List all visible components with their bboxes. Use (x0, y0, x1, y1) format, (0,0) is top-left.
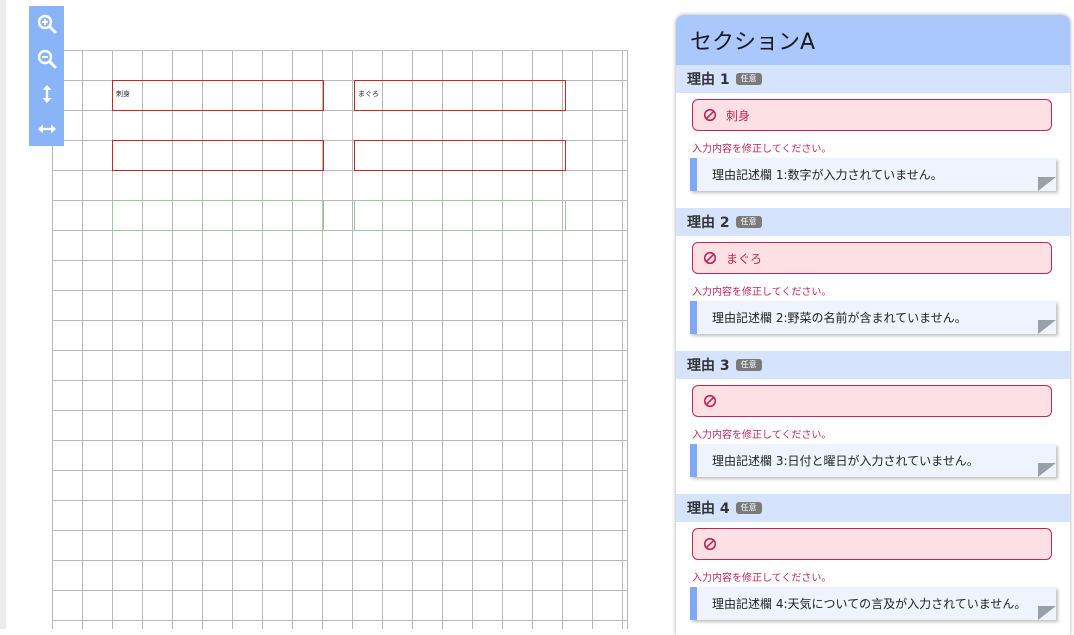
reason-3-error-message: 入力内容を修正してください。 (692, 430, 832, 441)
fit-width-button[interactable] (29, 111, 64, 146)
reason-1-body: 刺身 入力内容を修正してください。 理由記述欄 1:数字が入力されていません。 (676, 93, 1070, 208)
page-fold (1038, 606, 1056, 620)
error-prohibited-icon (703, 537, 717, 551)
canvas-field-1[interactable]: 刺身 (112, 80, 324, 111)
reason-2-title: 理由 2 (687, 215, 730, 231)
canvas-field-1-text: 刺身 (116, 90, 130, 98)
optional-badge: 任意 (735, 502, 762, 514)
error-prohibited-icon (703, 251, 717, 265)
reason-1-title: 理由 1 (687, 72, 730, 88)
reason-1-note-text: 理由記述欄 1:数字が入力されていません。 (712, 168, 943, 182)
reason-3-body: 入力内容を修正してください。 理由記述欄 3:日付と曜日が入力されていません。 (676, 379, 1070, 494)
reason-1-value: 刺身 (726, 108, 751, 123)
reason-2-body: まぐろ 入力内容を修正してください。 理由記述欄 2:野菜の名前が含まれていませ… (676, 236, 1070, 351)
page-fold (1038, 320, 1056, 334)
canvas-field-3[interactable] (112, 140, 324, 171)
canvas-field-4[interactable] (354, 140, 566, 171)
canvas-field-2-text: まぐろ (358, 90, 379, 98)
optional-badge: 任意 (735, 73, 762, 85)
reason-2-header: 理由 2 任意 (676, 208, 1070, 236)
reason-2-error-message: 入力内容を修正してください。 (692, 287, 832, 298)
reason-3-header: 理由 3 任意 (676, 351, 1070, 379)
panel-title: セクションA (690, 30, 816, 55)
reason-4-note: 理由記述欄 4:天気についての言及が入力されていません。 (690, 587, 1056, 620)
reason-4-title: 理由 4 (687, 501, 730, 517)
canvas-field-2[interactable]: まぐろ (354, 80, 566, 111)
reason-3-note-text: 理由記述欄 3:日付と曜日が入力されていません。 (712, 454, 979, 468)
error-prohibited-icon (703, 394, 717, 408)
canvas-field-6[interactable] (354, 200, 566, 231)
zoom-out-button[interactable] (29, 41, 64, 76)
reason-4-note-text: 理由記述欄 4:天気についての言及が入力されていません。 (712, 597, 1027, 611)
reason-4-error-message: 入力内容を修正してください。 (692, 573, 832, 584)
reason-2-note: 理由記述欄 2:野菜の名前が含まれていません。 (690, 301, 1056, 334)
section-panel: セクションA 理由 1 任意 刺身 入力内容を修正してください。 理由記述欄 1… (676, 15, 1070, 635)
reason-4-input[interactable] (692, 528, 1052, 560)
reason-3-title: 理由 3 (687, 358, 730, 374)
reason-2-note-text: 理由記述欄 2:野菜の名前が含まれていません。 (712, 311, 967, 325)
reason-1-input[interactable]: 刺身 (692, 99, 1052, 131)
fit-height-icon (42, 84, 51, 103)
error-prohibited-icon (703, 108, 717, 122)
reason-2-value: まぐろ (726, 251, 763, 266)
zoom-in-button[interactable] (29, 6, 64, 41)
fit-height-button[interactable] (29, 76, 64, 111)
reason-1-note: 理由記述欄 1:数字が入力されていません。 (690, 158, 1056, 191)
optional-badge: 任意 (735, 216, 762, 228)
page-fold (1038, 177, 1056, 191)
page-fold (1038, 463, 1056, 477)
reason-2-input[interactable]: まぐろ (692, 242, 1052, 274)
reason-1-header: 理由 1 任意 (676, 65, 1070, 93)
zoom-out-icon (37, 49, 56, 68)
reason-3-input[interactable] (692, 385, 1052, 417)
left-edge (0, 0, 6, 629)
canvas-field-5[interactable] (112, 200, 324, 231)
zoom-toolbar (29, 6, 64, 146)
reason-1-error-message: 入力内容を修正してください。 (692, 144, 832, 155)
reason-3-note: 理由記述欄 3:日付と曜日が入力されていません。 (690, 444, 1056, 477)
optional-badge: 任意 (735, 359, 762, 371)
answer-grid-canvas[interactable]: 刺身 まぐろ (52, 50, 628, 629)
fit-width-icon (37, 124, 56, 133)
reason-4-header: 理由 4 任意 (676, 494, 1070, 522)
panel-header: セクションA (676, 15, 1070, 65)
reason-4-body: 入力内容を修正してください。 理由記述欄 4:天気についての言及が入力されていま… (676, 522, 1070, 635)
zoom-in-icon (37, 14, 56, 33)
